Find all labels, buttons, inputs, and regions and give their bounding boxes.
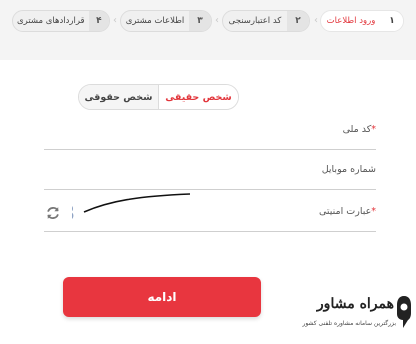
brand-tagline: بزرگترین سامانه مشاوره تلفنی کشور [302,320,396,327]
mobile-field[interactable]: شماره موبایل [44,160,376,190]
captcha-image: h27r3 [72,193,191,225]
national-code-label: *کد ملی [342,124,376,135]
step-number: ۱ [381,11,403,31]
step-number: ۴ [88,11,109,31]
national-code-field[interactable]: *کد ملی [44,120,376,150]
step-label: اطلاعات مشتری [125,16,185,26]
mobile-input[interactable] [44,176,264,187]
national-code-input[interactable] [44,136,264,147]
step-label: قراردادهای مشتری [17,16,85,26]
step-customer-info: ۳ اطلاعات مشتری [120,10,212,32]
step-number: ۳ [189,11,211,31]
chevron-left-icon: ‹ [215,15,219,26]
step-label: کد اعتبارسنجی [228,16,282,26]
legal-person-option[interactable]: شخص حقوقی [79,85,159,109]
refresh-icon[interactable] [44,204,62,222]
natural-person-option[interactable]: شخص حقیقی [159,85,238,109]
chevron-left-icon: ‹ [113,15,117,26]
step-customer-contracts: ۴ قراردادهای مشتری [12,10,110,32]
progress-stepper: ۱ ورود اطلاعات ‹ ۲ کد اعتبارسنجی ‹ ۳ اطل… [12,10,404,32]
registration-form: شخص حقیقی شخص حقوقی *کد ملی شماره موبایل… [0,60,416,344]
step-number: ۲ [287,11,309,31]
captcha-field[interactable]: *عبارت امنیتی h27r3 [44,193,376,232]
chevron-left-icon: ‹ [314,15,318,26]
headset-icon [397,296,411,328]
step-data-entry: ۱ ورود اطلاعات [320,10,404,32]
captcha-text: h27r3 [72,201,76,225]
continue-button[interactable]: ادامه [63,277,261,317]
mobile-label: شماره موبایل [321,164,376,175]
captcha-label: *عبارت امنیتی [319,206,376,217]
step-label: ورود اطلاعات [326,16,376,26]
step-verification-code: ۲ کد اعتبارسنجی [222,10,310,32]
brand-logo: همراه مشاور بزرگترین سامانه مشاوره تلفنی… [300,294,412,338]
brand-name: همراه مشاور [316,296,394,312]
person-type-toggle: شخص حقیقی شخص حقوقی [78,84,239,110]
